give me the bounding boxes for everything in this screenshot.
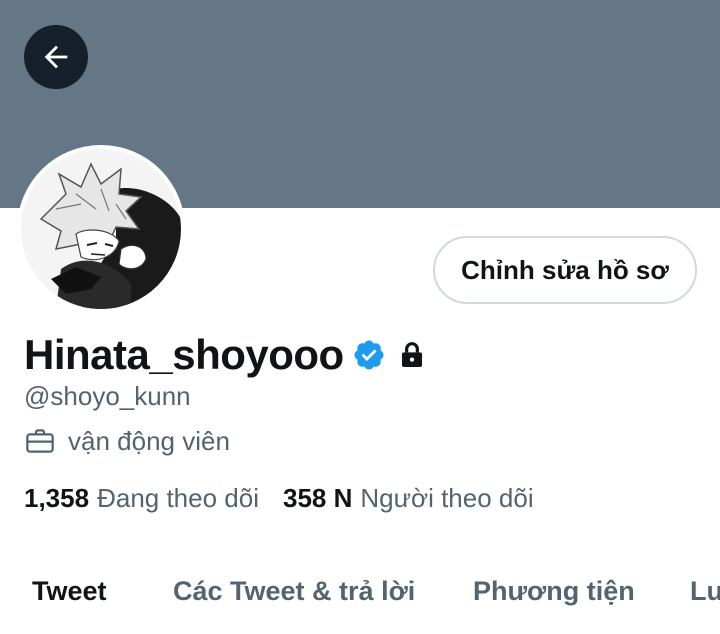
- profile-job: vận động viên: [24, 423, 230, 459]
- arrow-left-icon: [39, 40, 73, 74]
- follow-stats: 1,358 Đang theo dõi 358 N Người theo dõi: [24, 480, 534, 516]
- avatar[interactable]: [17, 145, 185, 313]
- name-row: Hinata_shoyooo: [24, 327, 428, 383]
- back-button[interactable]: [24, 25, 88, 89]
- following-count: 1,358: [24, 482, 90, 513]
- tab-media[interactable]: Phương tiện: [473, 576, 635, 607]
- tab-tweets-and-replies[interactable]: Các Tweet & trả lời: [173, 576, 415, 607]
- avatar-image: [21, 149, 181, 309]
- lock-icon: [396, 339, 428, 371]
- following-link[interactable]: 1,358 Đang theo dõi: [24, 483, 259, 514]
- display-name: Hinata_shoyooo: [24, 331, 344, 378]
- followers-link[interactable]: 358 N Người theo dõi: [283, 483, 534, 514]
- job-label: vận động viên: [68, 425, 230, 456]
- tab-likes[interactable]: Lu: [690, 576, 720, 607]
- following-label: Đang theo dõi: [97, 482, 259, 513]
- followers-count: 358 N: [282, 482, 353, 513]
- profile-tabs: Tweet Các Tweet & trả lời Phương tiện Lu: [0, 560, 720, 624]
- profile-handle: @shoyo_kunn: [24, 381, 191, 411]
- tab-tweet[interactable]: Tweet: [32, 576, 107, 607]
- followers-label: Người theo dõi: [360, 482, 534, 513]
- briefcase-icon: [24, 425, 56, 457]
- verified-badge-icon: [352, 338, 386, 372]
- edit-profile-button[interactable]: Chỉnh sửa hồ sơ: [433, 236, 697, 304]
